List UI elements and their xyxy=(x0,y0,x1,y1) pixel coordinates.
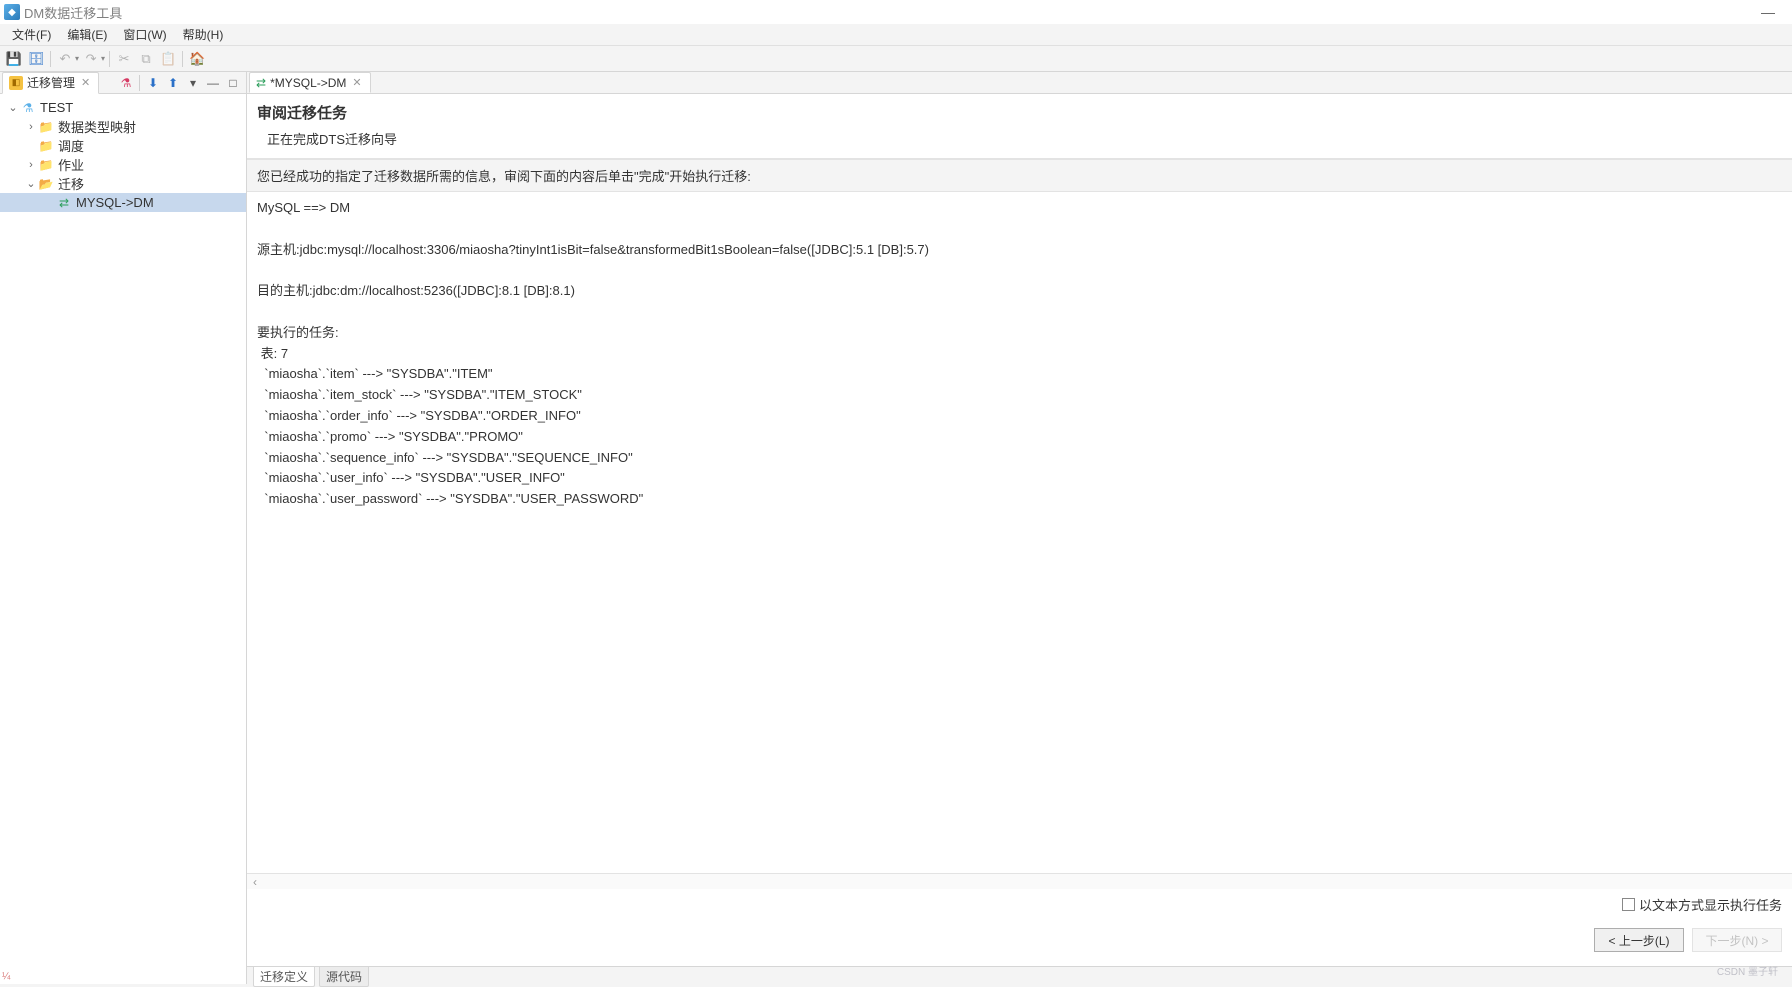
sidebar-tab[interactable]: ◧ 迁移管理 ✕ xyxy=(2,72,99,94)
sidebar-tab-label: 迁移管理 xyxy=(27,74,75,91)
editor-tabs: ⇄ *MYSQL->DM ✕ xyxy=(247,72,1792,94)
copy-icon: ⧉ xyxy=(136,49,156,69)
checkbox-label: 以文本方式显示执行任务 xyxy=(1639,895,1782,914)
corner-mark: ¼ xyxy=(2,971,10,982)
page-subtitle: 正在完成DTS迁移向导 xyxy=(257,129,1782,148)
menu-bar: 文件(F) 编辑(E) 窗口(W) 帮助(H) xyxy=(0,24,1792,46)
export-icon[interactable]: ⬆ xyxy=(164,74,182,92)
tree-label: 作业 xyxy=(58,155,84,174)
page-title: 审阅迁移任务 xyxy=(257,102,1782,123)
page-header: 审阅迁移任务 正在完成DTS迁移向导 xyxy=(247,94,1792,159)
tree-node-mapping[interactable]: › 📁 数据类型映射 xyxy=(0,117,246,136)
menu-help[interactable]: 帮助(H) xyxy=(175,24,232,45)
separator-icon xyxy=(182,51,183,67)
tree-node-migration[interactable]: ⌄ 📂 迁移 xyxy=(0,174,246,193)
cut-icon: ✂ xyxy=(114,49,134,69)
expand-icon[interactable]: › xyxy=(24,121,38,133)
migration-manager-icon: ◧ xyxy=(9,76,23,90)
migration-icon: ⇄ xyxy=(56,195,72,211)
tree-label: 数据类型映射 xyxy=(58,117,136,136)
folder-icon: 📁 xyxy=(38,157,54,173)
app-icon: ◆ xyxy=(4,4,20,20)
options-row: 以文本方式显示执行任务 xyxy=(247,889,1792,920)
bottom-tabs: 迁移定义 源代码 xyxy=(247,966,1792,984)
close-icon[interactable]: ✕ xyxy=(79,76,92,89)
editor-tab-active[interactable]: ⇄ *MYSQL->DM ✕ xyxy=(249,72,371,93)
view-menu-icon[interactable]: ▾ xyxy=(184,74,202,92)
window-title: DM数据迁移工具 xyxy=(24,3,122,22)
project-icon: ⚗ xyxy=(20,100,36,116)
next-button: 下一步(N) > xyxy=(1692,928,1782,952)
migration-icon: ⇄ xyxy=(256,76,266,90)
tree-label: MYSQL->DM xyxy=(76,195,154,210)
review-body: MySQL ==> DM 源主机:jdbc:mysql://localhost:… xyxy=(247,192,1792,873)
tree-label: 调度 xyxy=(58,136,84,155)
tree-label: 迁移 xyxy=(58,174,84,193)
tree-node-schedule[interactable]: 📁 调度 xyxy=(0,136,246,155)
tree-node-mysql-dm[interactable]: ⇄ MYSQL->DM xyxy=(0,193,246,212)
save-icon[interactable]: 💾 xyxy=(4,49,24,69)
toolbar: 💾 🗄 ↶▾ ↷▾ ✂ ⧉ 📋 🏠 xyxy=(0,46,1792,72)
sidebar-tab-header: ◧ 迁移管理 ✕ ⚗ ⬇ ⬆ ▾ — □ xyxy=(0,72,246,94)
separator-icon xyxy=(139,75,140,91)
connect-icon[interactable]: ⚗ xyxy=(117,74,135,92)
separator-icon xyxy=(109,51,110,67)
minimize-panel-icon[interactable]: — xyxy=(204,74,222,92)
tab-migration-definition[interactable]: 迁移定义 xyxy=(253,967,315,987)
import-icon[interactable]: ⬇ xyxy=(144,74,162,92)
maximize-panel-icon[interactable]: □ xyxy=(224,74,242,92)
checkbox-icon[interactable] xyxy=(1622,898,1635,911)
sidebar: ◧ 迁移管理 ✕ ⚗ ⬇ ⬆ ▾ — □ ⌄ ⚗ TEST › 📁 xyxy=(0,72,247,984)
redo-icon: ↷ xyxy=(81,49,101,69)
tab-source-code[interactable]: 源代码 xyxy=(319,967,369,987)
tree[interactable]: ⌄ ⚗ TEST › 📁 数据类型映射 📁 调度 › 📁 作业 ⌄ 📂 xyxy=(0,94,246,984)
horizontal-scrollbar[interactable]: ‹ xyxy=(247,873,1792,889)
collapse-icon[interactable]: ⌄ xyxy=(24,177,38,190)
close-icon[interactable]: ✕ xyxy=(350,76,363,89)
wizard-buttons: < 上一步(L) 下一步(N) > xyxy=(247,920,1792,966)
folder-icon: 📁 xyxy=(38,119,54,135)
info-message: 您已经成功的指定了迁移数据所需的信息，审阅下面的内容后单击"完成"开始执行迁移: xyxy=(247,159,1792,192)
save-all-icon[interactable]: 🗄 xyxy=(26,49,46,69)
undo-icon: ↶ xyxy=(55,49,75,69)
separator-icon xyxy=(50,51,51,67)
text-mode-checkbox[interactable]: 以文本方式显示执行任务 xyxy=(1622,895,1782,914)
folder-open-icon: 📂 xyxy=(38,176,54,192)
menu-window[interactable]: 窗口(W) xyxy=(115,24,174,45)
collapse-icon[interactable]: ⌄ xyxy=(6,101,20,114)
paste-icon: 📋 xyxy=(158,49,178,69)
title-bar: ◆ DM数据迁移工具 — xyxy=(0,0,1792,24)
scroll-left-icon[interactable]: ‹ xyxy=(247,875,263,889)
tree-node-root[interactable]: ⌄ ⚗ TEST xyxy=(0,98,246,117)
tree-label: TEST xyxy=(40,100,73,115)
minimize-button[interactable]: — xyxy=(1748,1,1788,23)
expand-icon[interactable]: › xyxy=(24,159,38,171)
sidebar-tools: ⚗ ⬇ ⬆ ▾ — □ xyxy=(99,74,244,92)
editor-tab-label: *MYSQL->DM xyxy=(270,76,346,90)
tree-node-jobs[interactable]: › 📁 作业 xyxy=(0,155,246,174)
menu-file[interactable]: 文件(F) xyxy=(4,24,59,45)
menu-edit[interactable]: 编辑(E) xyxy=(59,24,115,45)
folder-icon: 📁 xyxy=(38,138,54,154)
home-icon[interactable]: 🏠 xyxy=(187,49,207,69)
content-area: ⇄ *MYSQL->DM ✕ 审阅迁移任务 正在完成DTS迁移向导 您已经成功的… xyxy=(247,72,1792,984)
prev-button[interactable]: < 上一步(L) xyxy=(1594,928,1684,952)
